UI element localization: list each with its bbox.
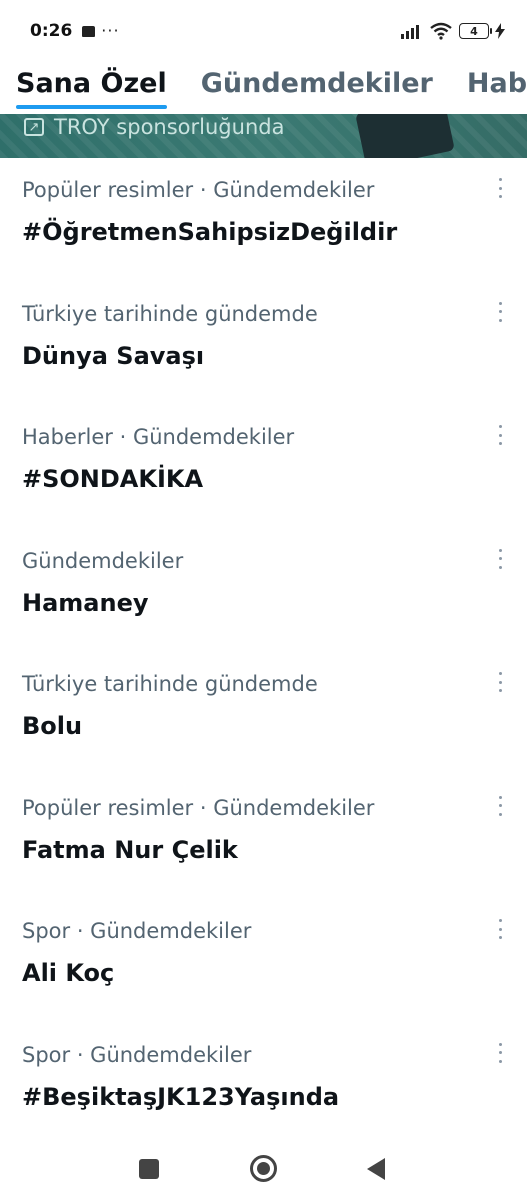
trend-title: #ÖğretmenSahipsizDeğildir (22, 218, 398, 246)
more-options-icon[interactable] (495, 795, 505, 816)
recent-apps-icon[interactable] (139, 1159, 159, 1179)
wifi-icon (430, 22, 452, 40)
tab-haber[interactable]: Haber (467, 62, 527, 99)
trend-context: Spor · Gündemdekiler (22, 1042, 252, 1067)
status-time: 0:26 (30, 21, 73, 41)
trend-title: Hamaney (22, 588, 149, 617)
tab-label: Haber (466, 68, 527, 99)
trend-title: #SONDAKİKA (22, 465, 204, 493)
more-notifications-icon: ··· (101, 21, 120, 40)
trend-context: Türkiye tarihinde gündemde (22, 672, 318, 696)
tab-label: Sana Özel (16, 68, 167, 99)
tab-bar: Sana Özel Gündemdekiler Haber (0, 62, 527, 114)
banner-card-image (355, 114, 455, 158)
home-icon[interactable] (250, 1155, 277, 1182)
tab-gundemdekiler[interactable]: Gündemdekiler (201, 62, 433, 99)
trend-context: Gündemdekiler (22, 548, 184, 573)
trend-context: Türkiye tarihinde gündemde (22, 301, 318, 326)
battery-icon: 4 (459, 23, 492, 39)
sim-icon (82, 25, 96, 37)
trend-item[interactable]: Popüler resimler · Gündemdekiler #Öğretm… (0, 160, 527, 284)
back-icon[interactable] (367, 1158, 385, 1180)
more-options-icon[interactable] (495, 301, 505, 322)
battery-level: 4 (470, 24, 478, 38)
trend-context: Spor · Gündemdekiler (22, 919, 252, 943)
promoted-label: ↗ TROY sponsorluğunda (24, 114, 284, 140)
trend-title: #BeşiktaşJK123Yaşında (22, 1082, 340, 1111)
more-options-icon[interactable] (495, 919, 505, 939)
more-options-icon[interactable] (495, 425, 505, 445)
promoted-trend-banner[interactable]: ↗ TROY sponsorluğunda (0, 114, 527, 158)
trend-context: Popüler resimler · Gündemdekiler (22, 178, 375, 202)
trend-item[interactable]: Türkiye tarihinde gündemde Dünya Savaşı (0, 284, 527, 408)
status-bar: 0:26 ··· 4 (0, 0, 527, 62)
more-options-icon[interactable] (495, 548, 505, 569)
system-navigation-bar (0, 1140, 527, 1200)
trend-item[interactable]: Gündemdekiler Hamaney (0, 531, 527, 655)
trend-list: Popüler resimler · Gündemdekiler #Öğretm… (0, 160, 527, 1148)
tab-label: Gündemdekiler (200, 68, 433, 99)
more-options-icon[interactable] (495, 178, 505, 198)
charging-icon (495, 23, 505, 39)
trend-item[interactable]: Spor · Gündemdekiler Ali Koç (0, 901, 527, 1025)
trend-title: Bolu (22, 712, 83, 740)
more-options-icon[interactable] (495, 1042, 505, 1063)
active-tab-indicator (16, 105, 167, 109)
trend-item[interactable]: Türkiye tarihinde gündemde Bolu (0, 654, 527, 778)
more-options-icon[interactable] (495, 672, 505, 692)
trend-title: Ali Koç (22, 959, 115, 987)
trend-item[interactable]: Popüler resimler · Gündemdekiler Fatma N… (0, 778, 527, 902)
trend-context: Popüler resimler · Gündemdekiler (22, 795, 375, 820)
trend-title: Fatma Nur Çelik (22, 835, 238, 864)
trend-item[interactable]: Haberler · Gündemdekiler #SONDAKİKA (0, 407, 527, 531)
trend-title: Dünya Savaşı (22, 341, 205, 370)
promoted-text: TROY sponsorluğunda (54, 115, 285, 139)
trend-item[interactable]: Spor · Gündemdekiler #BeşiktaşJK123Yaşın… (0, 1025, 527, 1149)
external-link-icon: ↗ (24, 118, 44, 136)
tab-sana-ozel[interactable]: Sana Özel (16, 62, 167, 109)
trend-context: Haberler · Gündemdekiler (22, 425, 295, 449)
signal-icon (401, 25, 419, 39)
